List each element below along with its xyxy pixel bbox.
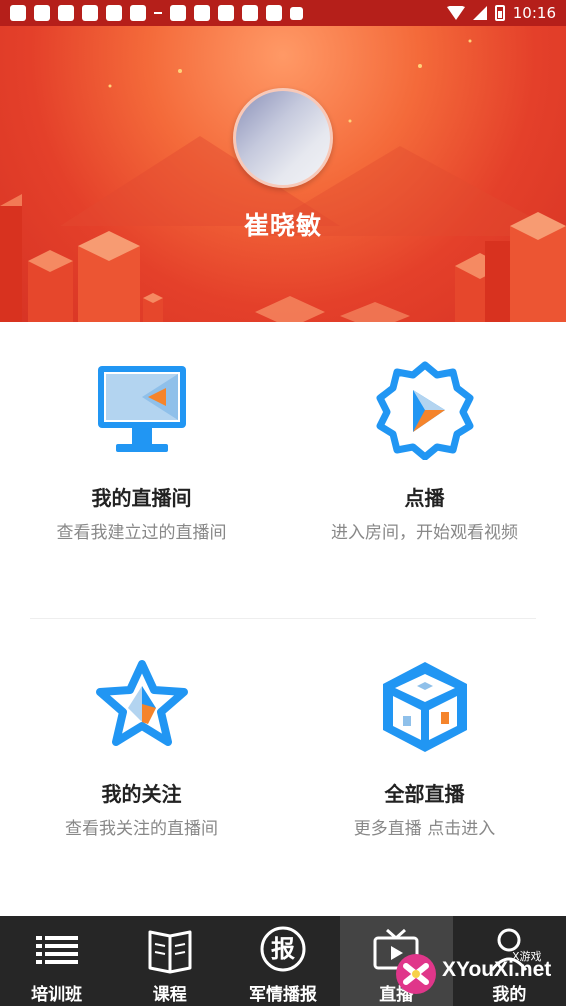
notification-icon bbox=[10, 5, 26, 21]
user-name: 崔晓敏 bbox=[243, 211, 322, 240]
nav-item-training[interactable]: 培训班 bbox=[0, 916, 113, 1006]
status-time: 10:16 bbox=[512, 4, 556, 22]
my-follows-subtitle: 查看我关注的直播间 bbox=[65, 819, 218, 839]
notification-icon bbox=[154, 12, 162, 14]
my-follows-card[interactable]: 我的关注 查看我关注的直播间 bbox=[0, 618, 283, 914]
notification-icon bbox=[242, 5, 258, 21]
notification-icons bbox=[10, 5, 303, 21]
nav-label: 军情播报 bbox=[249, 985, 317, 1005]
notification-icon bbox=[218, 5, 234, 21]
watermark: X游戏 XYouXi.net bbox=[392, 944, 562, 1004]
status-right: 10:16 bbox=[446, 4, 556, 22]
my-follows-title: 我的关注 bbox=[101, 782, 182, 806]
nav-item-courses[interactable]: 课程 bbox=[113, 916, 226, 1006]
watermark-text: XYouXi.net bbox=[442, 958, 552, 981]
list-icon bbox=[35, 936, 78, 964]
vod-subtitle: 进入房间，开始观看视频 bbox=[331, 523, 518, 543]
all-live-subtitle: 更多直播 点击进入 bbox=[353, 819, 496, 839]
notification-icon bbox=[290, 6, 303, 20]
signal-icon bbox=[472, 6, 487, 20]
play-badge-icon bbox=[375, 360, 475, 461]
all-live-card[interactable]: 全部直播 更多直播 点击进入 bbox=[283, 618, 566, 914]
cube-icon bbox=[375, 656, 475, 756]
watermark-logo-icon bbox=[396, 954, 436, 994]
wifi-icon bbox=[446, 6, 465, 20]
notification-icon bbox=[170, 5, 186, 21]
notification-icon bbox=[82, 5, 98, 21]
my-live-room-card[interactable]: 我的直播间 查看我建立过的直播间 bbox=[0, 322, 283, 618]
battery-icon bbox=[494, 5, 505, 21]
svg-text:报: 报 bbox=[271, 935, 295, 963]
nav-item-military-report[interactable]: 报 军情播报 bbox=[226, 916, 339, 1006]
my-live-room-title: 我的直播间 bbox=[91, 486, 192, 510]
notification-icon bbox=[106, 5, 122, 21]
vod-card[interactable]: 点播 进入房间，开始观看视频 bbox=[283, 322, 566, 618]
book-icon bbox=[148, 930, 192, 974]
nav-label: 课程 bbox=[152, 985, 187, 1005]
notification-icon bbox=[194, 5, 210, 21]
all-live-title: 全部直播 bbox=[384, 782, 465, 806]
monitor-icon bbox=[92, 360, 192, 460]
star-icon bbox=[92, 656, 192, 756]
my-live-room-subtitle: 查看我建立过的直播间 bbox=[56, 523, 227, 543]
profile-header: 崔晓敏 bbox=[0, 26, 566, 322]
report-icon: 报 bbox=[260, 926, 306, 972]
nav-label: 培训班 bbox=[31, 985, 83, 1005]
avatar[interactable] bbox=[233, 88, 333, 188]
vod-title: 点播 bbox=[404, 486, 445, 510]
notification-icon bbox=[34, 5, 50, 21]
notification-icon bbox=[58, 5, 74, 21]
notification-icon bbox=[130, 5, 146, 21]
notification-icon bbox=[266, 5, 282, 21]
status-bar: 10:16 bbox=[0, 0, 566, 26]
feature-grid: 我的直播间 查看我建立过的直播间 点播 进入房间，开始观看视频 我的关注 查看我… bbox=[0, 322, 566, 916]
